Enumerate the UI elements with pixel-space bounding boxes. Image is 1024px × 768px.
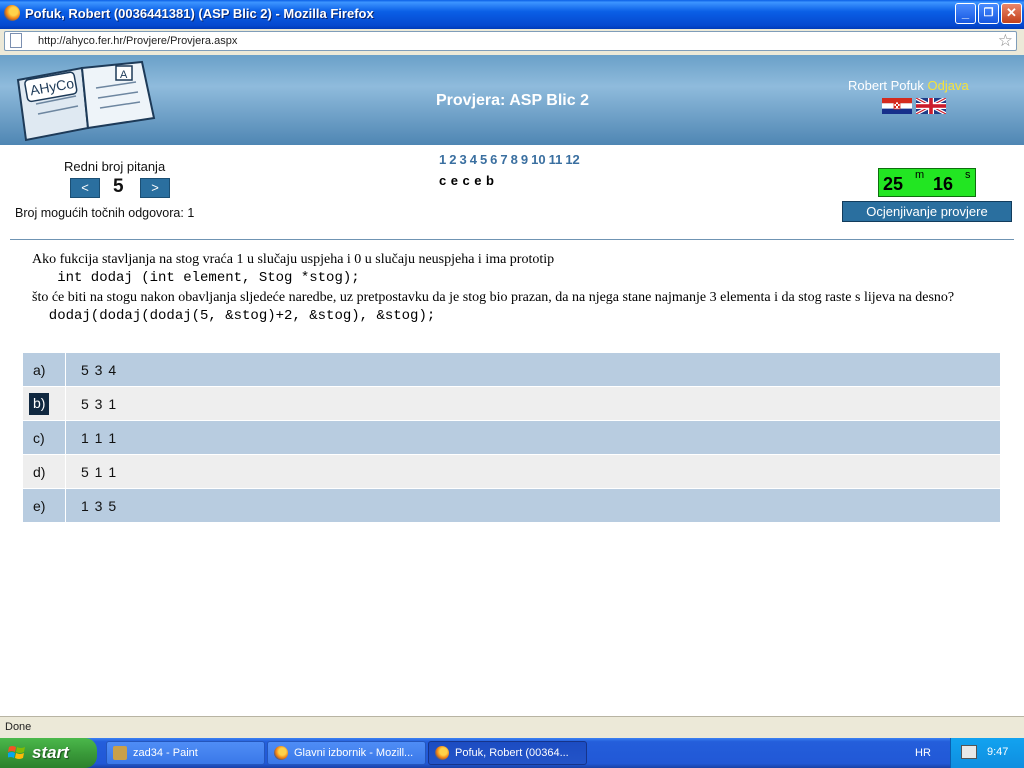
taskbar-item-paint[interactable]: zad34 - Paint: [106, 741, 265, 765]
choice-d[interactable]: d) 5 1 1: [23, 455, 1000, 489]
question-link[interactable]: 4: [470, 152, 477, 167]
question-code-prototype: int dodaj (int element, Stog *stog);: [32, 270, 360, 286]
current-question-number: 5: [113, 176, 124, 197]
firefox-icon: [4, 5, 20, 21]
question-link[interactable]: 9: [521, 152, 528, 167]
answer-choices: a) 5 3 4 b) 5 3 1 c) 1 1 1 d) 5 1 1 e) 1…: [23, 353, 1000, 523]
question-line-2: što će biti na stogu nakon obavljanja sl…: [32, 290, 955, 305]
navigation-toolbar: http://ahyco.fer.hr/Provjere/Provjera.as…: [0, 29, 1024, 56]
answer-mark: b: [485, 173, 495, 188]
restore-button[interactable]: ❐: [978, 3, 999, 24]
answer-mark: c: [462, 173, 471, 188]
logout-link[interactable]: Odjava: [928, 78, 969, 93]
address-url[interactable]: http://ahyco.fer.hr/Provjere/Provjera.as…: [38, 35, 237, 47]
svg-text:A: A: [120, 69, 128, 81]
taskbar-item-label: Pofuk, Robert (00364...: [455, 747, 569, 759]
user-info: Robert Pofuk Odjava: [848, 78, 969, 93]
start-button[interactable]: start: [0, 738, 97, 768]
minimize-button[interactable]: _: [955, 3, 976, 24]
answer-mark: c: [439, 173, 447, 188]
countdown-timer: 25 m 16 s: [878, 168, 976, 197]
choice-letter[interactable]: d): [30, 463, 48, 483]
divider: [65, 421, 66, 454]
taskbar-item-label: Glavni izbornik - Mozill...: [294, 747, 414, 759]
question-list: 1 2 3 4 5 6 7 8 9 10 11 12: [439, 152, 583, 167]
timer-minutes: 25: [883, 174, 904, 194]
timer-seconds-unit: s: [965, 169, 971, 181]
question-link[interactable]: 10: [531, 152, 545, 167]
possible-answers-count: Broj mogućih točnih odgovora: 1: [15, 206, 195, 220]
choice-letter[interactable]: a): [30, 361, 48, 381]
answer-mark: e: [450, 173, 459, 188]
window-title: Pofuk, Robert (0036441381) (ASP Blic 2) …: [25, 6, 374, 21]
windows-logo-icon: [8, 746, 25, 759]
choice-e[interactable]: e) 1 3 5: [23, 489, 1000, 523]
start-label: start: [32, 743, 69, 762]
choice-text[interactable]: 5 1 1: [81, 464, 117, 480]
user-name: Robert Pofuk: [848, 78, 924, 93]
question-text: Ako fukcija stavljanja na stog vraća 1 u…: [32, 250, 1002, 326]
croatian-flag-icon[interactable]: [882, 98, 912, 114]
question-link[interactable]: 6: [490, 152, 497, 167]
timer-minutes-unit: m: [915, 169, 925, 181]
tray-network-icon[interactable]: [961, 745, 977, 759]
question-link[interactable]: 1: [439, 152, 446, 167]
divider: [65, 489, 66, 522]
question-link[interactable]: 7: [500, 152, 507, 167]
taskbar-item-firefox-active[interactable]: Pofuk, Robert (00364...: [428, 741, 587, 765]
question-link[interactable]: 2: [449, 152, 456, 167]
choice-text[interactable]: 1 3 5: [81, 498, 117, 514]
choice-text[interactable]: 5 3 4: [81, 362, 117, 378]
paint-icon: [113, 746, 127, 760]
question-link[interactable]: 3: [459, 152, 466, 167]
choice-c[interactable]: c) 1 1 1: [23, 421, 1000, 455]
window-titlebar: Pofuk, Robert (0036441381) (ASP Blic 2) …: [0, 0, 1024, 29]
firefox-icon: [435, 746, 449, 760]
choice-text[interactable]: 5 3 1: [81, 396, 117, 412]
bookmark-star-icon[interactable]: ☆: [998, 31, 1013, 51]
question-number-label: Redni broj pitanja: [64, 159, 166, 174]
divider: [65, 353, 66, 386]
choice-text[interactable]: 1 1 1: [81, 430, 117, 446]
firefox-icon: [274, 746, 288, 760]
question-code-statement: dodaj(dodaj(dodaj(5, &stog)+2, &stog), &…: [32, 308, 436, 324]
divider: [10, 239, 1014, 240]
page-content: A AHyCo Provjera: ASP Blic 2 Robert Pofu…: [0, 55, 1024, 716]
status-bar: Done: [0, 716, 1024, 739]
timer-seconds: 16: [933, 174, 954, 194]
clock: 9:47: [987, 746, 1009, 758]
given-answers-list: ceceb: [439, 173, 498, 188]
ahyco-book-logo-icon: A AHyCo: [16, 60, 156, 142]
choice-letter[interactable]: e): [30, 497, 48, 517]
choice-letter-selected[interactable]: b): [29, 393, 50, 415]
address-bar[interactable]: http://ahyco.fer.hr/Provjere/Provjera.as…: [4, 31, 1017, 51]
choice-b[interactable]: b) 5 3 1: [23, 387, 1000, 421]
choice-a[interactable]: a) 5 3 4: [23, 353, 1000, 387]
choice-letter[interactable]: c): [30, 429, 48, 449]
divider: [65, 455, 66, 488]
question-link[interactable]: 12: [565, 152, 579, 167]
next-question-button[interactable]: >: [140, 178, 170, 198]
status-text: Done: [5, 721, 32, 733]
test-title: Provjera: ASP Blic 2: [436, 92, 589, 109]
language-indicator[interactable]: HR: [915, 747, 931, 759]
question-link[interactable]: 5: [480, 152, 487, 167]
grade-test-button[interactable]: Ocjenjivanje provjere: [842, 201, 1012, 222]
taskbar-item-label: zad34 - Paint: [133, 747, 198, 759]
previous-question-button[interactable]: <: [70, 178, 100, 198]
page-icon: [10, 33, 22, 48]
question-line-1: Ako fukcija stavljanja na stog vraća 1 u…: [32, 252, 555, 267]
taskbar: start zad34 - Paint Glavni izbornik - Mo…: [0, 738, 1024, 768]
question-link[interactable]: 11: [549, 152, 563, 167]
close-button[interactable]: ✕: [1001, 3, 1022, 24]
answer-mark: e: [474, 173, 482, 188]
taskbar-item-firefox-menu[interactable]: Glavni izbornik - Mozill...: [267, 741, 426, 765]
question-link[interactable]: 8: [511, 152, 518, 167]
divider: [65, 387, 66, 420]
site-header: A AHyCo Provjera: ASP Blic 2 Robert Pofu…: [0, 55, 1024, 145]
uk-flag-icon[interactable]: [916, 98, 946, 114]
